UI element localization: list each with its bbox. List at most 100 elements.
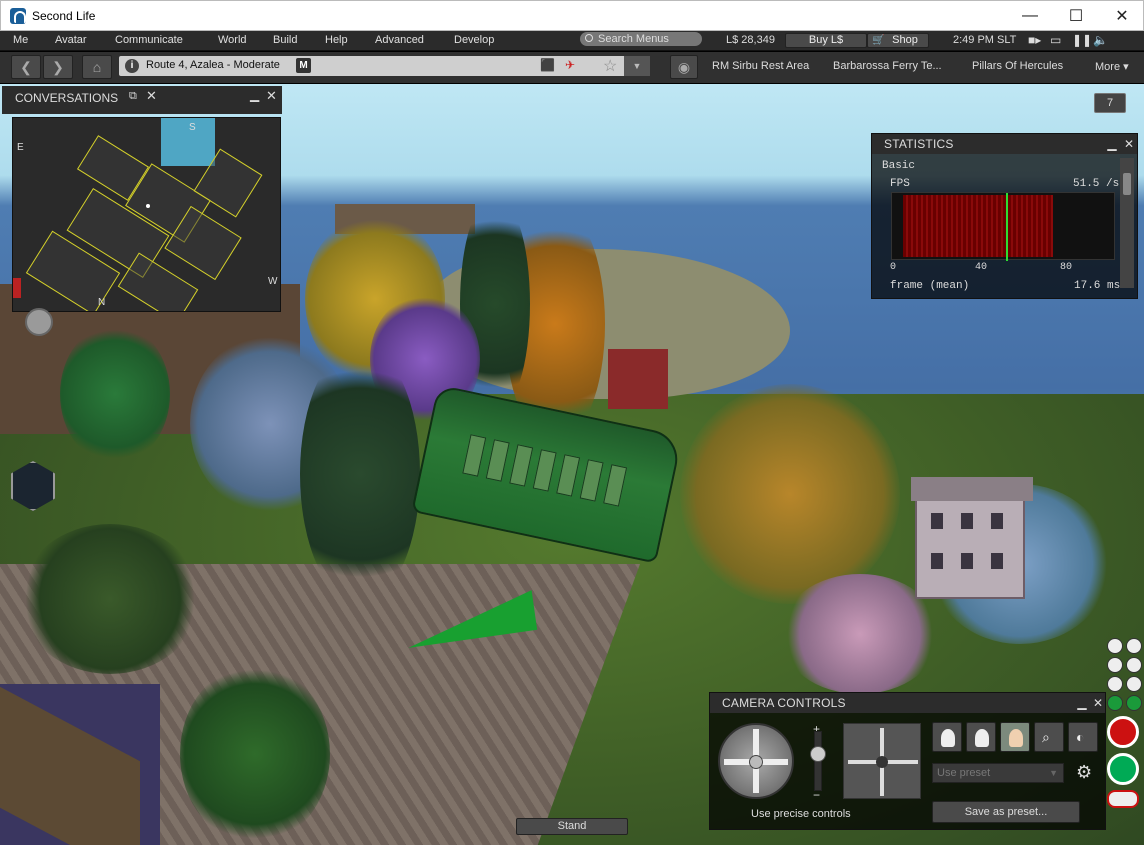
autumn-tree	[680, 384, 900, 604]
window-title: Second Life	[32, 9, 96, 23]
menu-me[interactable]: Me	[13, 34, 28, 46]
fps-axis-tick-80: 80	[1060, 262, 1073, 273]
status-green-icon-2[interactable]	[1126, 695, 1142, 711]
menu-communicate[interactable]: Communicate	[115, 34, 183, 46]
menu-help[interactable]: Help	[325, 34, 348, 46]
close-button[interactable]: ✕	[1099, 1, 1144, 31]
side-view-button[interactable]	[966, 722, 996, 752]
minimize-button[interactable]: —	[1007, 1, 1053, 31]
foreground-tree	[180, 664, 330, 844]
notifications-button[interactable]: 7	[1094, 93, 1126, 113]
undock-icon[interactable]: ⧉	[129, 90, 137, 103]
buy-linden-button[interactable]: Buy L$	[785, 33, 867, 48]
camera-preset-dropdown[interactable]: Use preset ▼	[932, 763, 1064, 783]
camera-orbit-control[interactable]	[718, 723, 794, 799]
favorite-link-2[interactable]: Barbarossa Ferry Te...	[833, 60, 942, 72]
info-icon[interactable]: i	[125, 59, 139, 73]
statistics-title: STATISTICS	[872, 134, 1137, 154]
camera-media-icon[interactable]: ■▸	[1028, 33, 1041, 47]
forward-button[interactable]: ❯	[43, 55, 73, 79]
orbit-center-knob[interactable]	[749, 755, 763, 769]
camera-controls-title: CAMERA CONTROLS	[710, 693, 1105, 713]
preset-dropdown-label: Use preset	[937, 767, 991, 779]
favorite-link-3[interactable]: Pillars Of Hercules	[972, 60, 1063, 72]
house-window	[961, 513, 973, 529]
green-tree-left	[60, 324, 170, 464]
display-icon[interactable]: ▭	[1050, 33, 1061, 47]
back-arrow-icon: ❮	[20, 59, 32, 75]
home-icon: ⌂	[92, 59, 102, 75]
home-button[interactable]: ⌂	[82, 55, 112, 79]
fps-current-bar	[1005, 193, 1008, 261]
run-icon[interactable]	[1107, 657, 1123, 673]
maximize-button[interactable]: ☐	[1053, 1, 1099, 31]
map-red-marker	[13, 278, 21, 298]
zoom-out-icon[interactable]: −	[813, 788, 820, 802]
back-button[interactable]: ❮	[11, 55, 41, 79]
gesture-icon[interactable]	[1126, 657, 1142, 673]
favorite-link-1[interactable]: RM Sirbu Rest Area	[712, 60, 809, 72]
menu-world[interactable]: World	[218, 34, 247, 46]
menu-develop[interactable]: Develop	[454, 34, 494, 46]
camera-close-icon[interactable]: ✕	[1092, 695, 1104, 711]
no-fly-icon: ✈	[565, 58, 576, 72]
cart-icon: 🛒	[872, 35, 885, 46]
volume-icon[interactable]: 🔈	[1093, 33, 1108, 47]
pause-media-icon[interactable]: ❚❚	[1072, 33, 1092, 47]
build-tool-icon[interactable]	[1126, 676, 1142, 692]
stand-button[interactable]: Stand	[516, 818, 628, 835]
object-view-icon: ⌕	[1042, 729, 1050, 745]
shop-button[interactable]: 🛒 Shop	[867, 33, 929, 48]
forward-arrow-icon: ❯	[52, 59, 64, 75]
walk-icon[interactable]	[1107, 638, 1123, 654]
camera-pan-control[interactable]	[843, 723, 921, 799]
house-window	[931, 553, 943, 569]
location-history-dropdown[interactable]: ▼	[624, 56, 650, 76]
save-as-preset-button[interactable]: Save as preset...	[932, 801, 1080, 823]
search-button[interactable]: ◉	[670, 55, 698, 79]
favorites-more-button[interactable]: More ▾	[1095, 60, 1129, 73]
house-window	[961, 553, 973, 569]
mouselook-button[interactable]: ◐	[1068, 722, 1098, 752]
favorite-star-icon[interactable]: ☆	[603, 56, 617, 76]
camera-minimize-icon[interactable]: ▁	[1076, 695, 1088, 711]
statistics-minimize-icon[interactable]: ▁	[1106, 136, 1118, 152]
linden-balance[interactable]: L$ 28,349	[726, 34, 775, 46]
status-green-icon[interactable]	[1107, 695, 1123, 711]
minimap[interactable]: E S W N	[12, 117, 281, 312]
location-bar[interactable]: i Route 4, Azalea - Moderate M ⬛ ✈ ☆ ▼	[119, 56, 650, 76]
statistics-close-icon[interactable]: ✕	[1123, 136, 1135, 152]
power-icon[interactable]	[1107, 753, 1139, 785]
precise-controls-label[interactable]: Use precise controls	[751, 808, 851, 820]
sit-icon[interactable]	[1107, 676, 1123, 692]
object-view-button[interactable]: ⌕	[1034, 722, 1064, 752]
fps-graph	[891, 192, 1115, 261]
minimap-minimize-icon[interactable]: ▁	[250, 88, 259, 102]
rear-view-icon	[1009, 729, 1023, 747]
search-globe-icon: ◉	[677, 59, 691, 75]
menu-avatar[interactable]: Avatar	[55, 34, 87, 46]
dark-tree-left	[20, 524, 200, 674]
camera-zoom-slider[interactable]	[810, 731, 826, 791]
pan-center-knob[interactable]	[876, 756, 888, 768]
front-view-button[interactable]	[932, 722, 962, 752]
conversations-close-icon[interactable]: ✕	[146, 88, 157, 104]
fly-icon[interactable]	[1126, 638, 1142, 654]
rear-view-button[interactable]	[1000, 722, 1030, 752]
camera-settings-gear-icon[interactable]: ⚙	[1076, 762, 1092, 783]
house-window	[991, 553, 1003, 569]
statistics-scrollbar[interactable]	[1120, 158, 1134, 288]
menu-build[interactable]: Build	[273, 34, 297, 46]
search-menus-input[interactable]: Search Menus	[580, 32, 702, 46]
teleport-home-icon[interactable]	[1107, 790, 1139, 808]
stats-section-basic[interactable]: Basic	[882, 160, 915, 172]
fps-graph-fill	[903, 195, 1053, 257]
zoom-slider-knob[interactable]	[810, 746, 826, 762]
stop-animations-icon[interactable]	[1107, 716, 1139, 748]
menu-advanced[interactable]: Advanced	[375, 34, 424, 46]
statistics-scroll-thumb[interactable]	[1123, 173, 1131, 195]
maturity-badge: M	[296, 58, 311, 73]
shop-button-label: Shop	[892, 34, 918, 46]
minimap-close-icon[interactable]: ✕	[266, 88, 277, 104]
world-map-globe-icon[interactable]	[25, 308, 53, 336]
